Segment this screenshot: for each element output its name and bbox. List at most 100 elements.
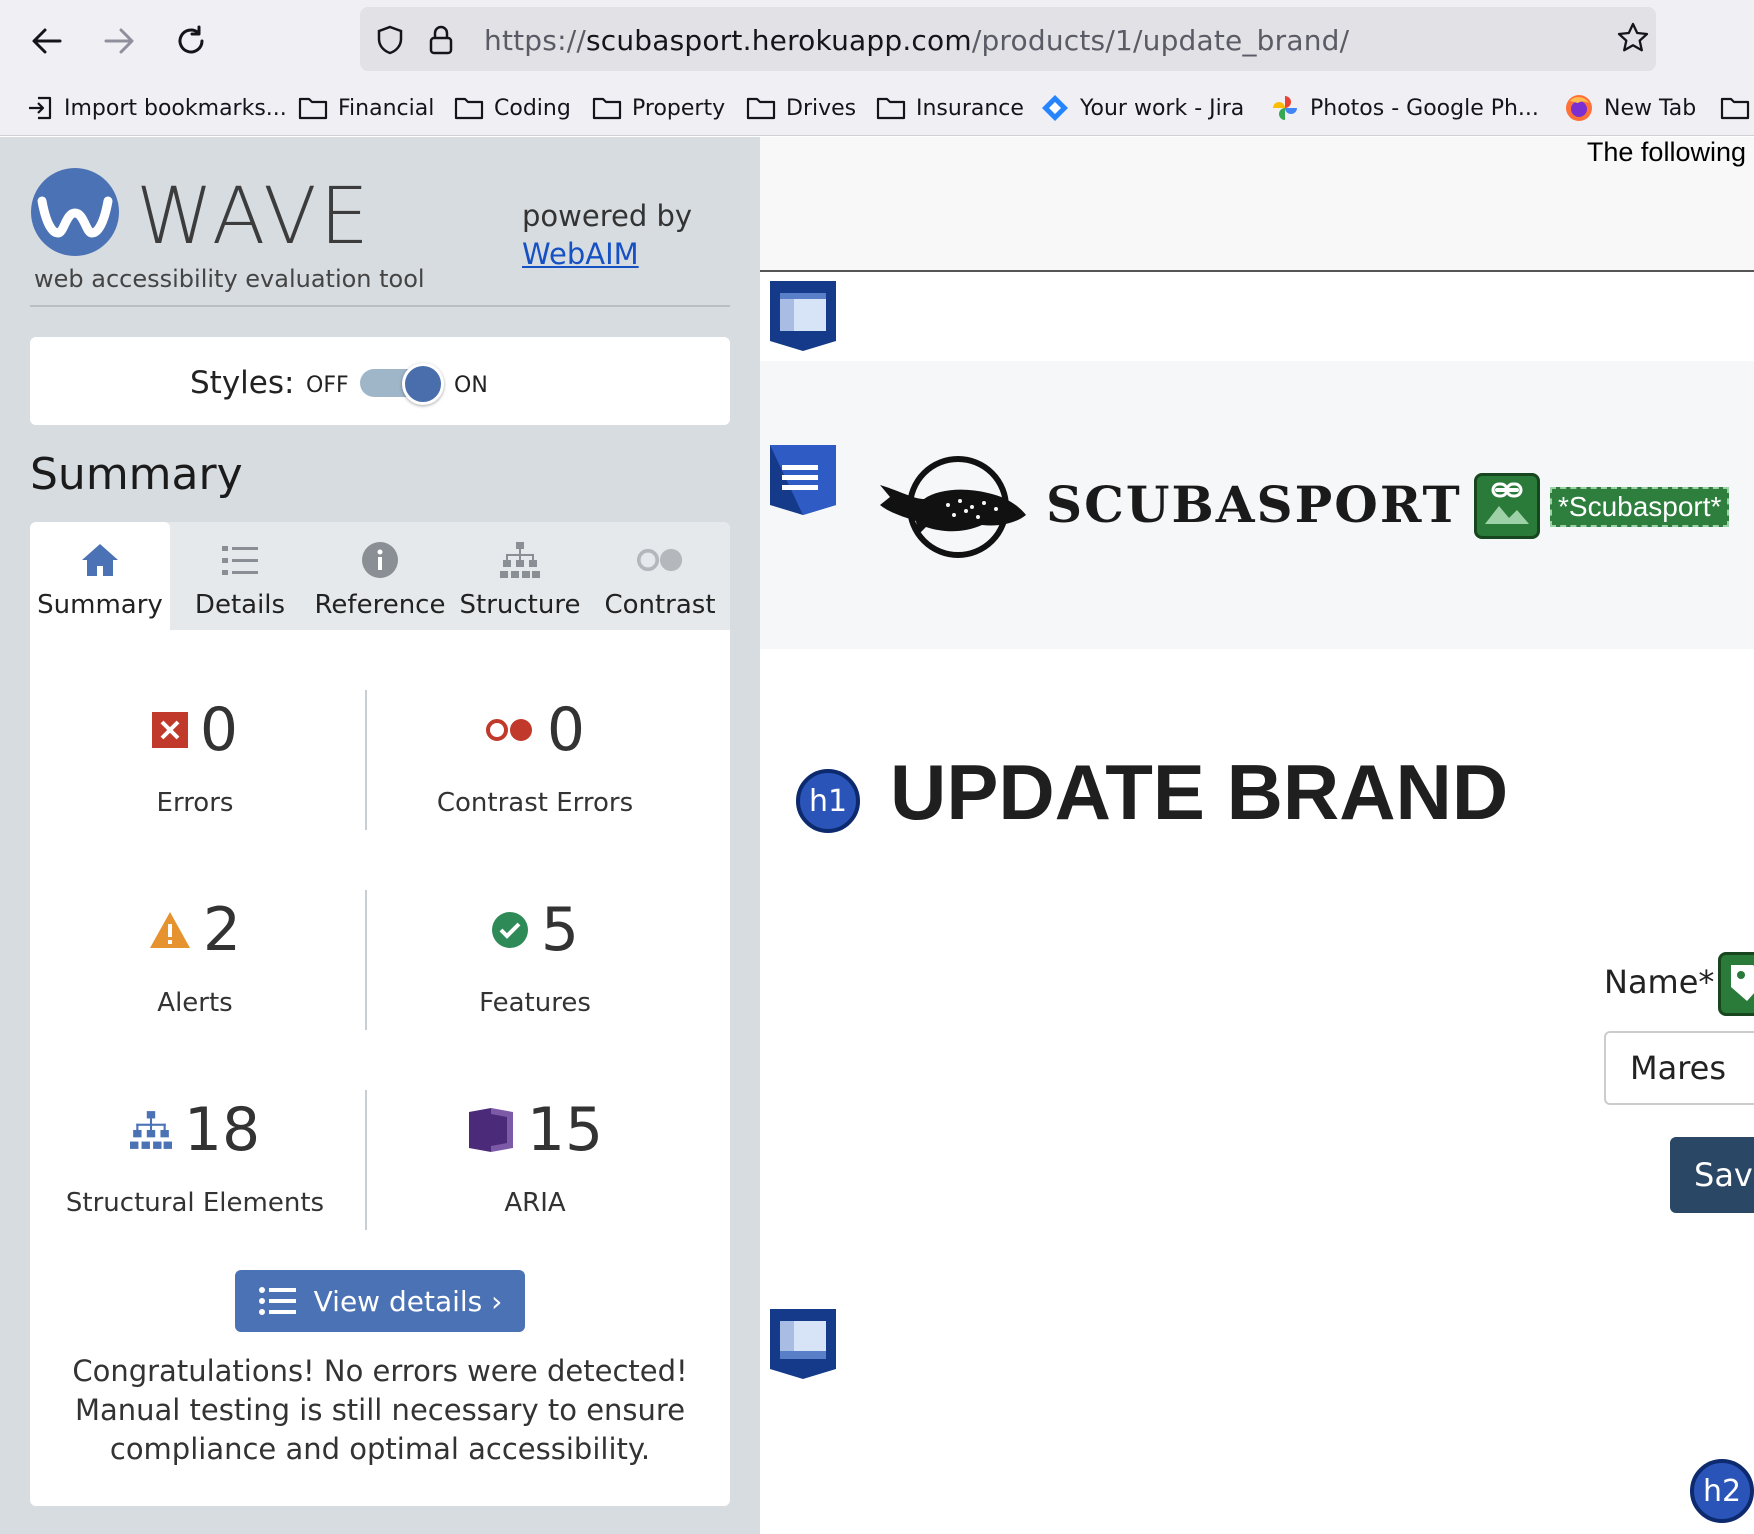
bookmark-google-photos[interactable]: Photos - Google Ph... — [1270, 93, 1539, 123]
features-count: 5 — [540, 895, 580, 965]
styles-label: Styles: — [190, 365, 295, 401]
structure-icon — [500, 542, 540, 578]
folder-icon — [298, 97, 328, 120]
wave-linked-image-icon[interactable] — [1474, 473, 1540, 539]
tab-label: Structure — [459, 590, 581, 620]
folder-icon — [876, 97, 906, 120]
summary-heading: Summary — [30, 449, 243, 500]
forward-button[interactable] — [98, 20, 140, 62]
bookmark-label: Property — [632, 95, 726, 121]
contrast-icon — [636, 548, 683, 572]
tab-label: Details — [194, 590, 286, 620]
alert-icon — [149, 912, 190, 948]
page-heading: UPDATE BRAND — [890, 748, 1509, 836]
stat-aria[interactable]: 15 ARIA — [375, 1090, 695, 1230]
stat-errors[interactable]: 0 Errors — [35, 690, 355, 830]
wave-aria-header-icon[interactable] — [766, 443, 840, 517]
list-icon — [222, 546, 258, 575]
brand-wordmark: SCUBASPORT — [1046, 475, 1462, 534]
stat-features[interactable]: 5 Features — [375, 890, 695, 1030]
styles-toggle-knob[interactable] — [402, 363, 444, 405]
folder-icon — [746, 97, 776, 120]
bookmarks-bar: Import bookmarks... Financial Coding Pro… — [0, 80, 1754, 136]
tab-summary[interactable]: Summary — [30, 522, 170, 630]
feature-check-icon — [491, 912, 528, 948]
bookmark-import[interactable]: Import bookmarks... — [26, 93, 287, 123]
bookmark-insurance[interactable]: Insurance — [876, 93, 1024, 123]
tab-label: Reference — [314, 590, 446, 620]
wave-label-icon[interactable] — [1718, 952, 1754, 1016]
name-input[interactable]: Mares — [1604, 1031, 1754, 1105]
contrast-errors-count: 0 — [546, 695, 586, 765]
powered-by: powered by WebAIM — [522, 197, 692, 273]
structural-label: Structural Elements — [65, 1188, 325, 1218]
header-divider — [30, 305, 730, 307]
wave-h2-icon[interactable]: h2 — [1690, 1459, 1754, 1523]
bookmark-property[interactable]: Property — [592, 93, 725, 123]
view-details-label: View details › — [313, 1284, 503, 1318]
structure-icon — [129, 1111, 172, 1149]
back-arrow-icon — [32, 28, 62, 54]
tab-details[interactable]: Details — [170, 522, 310, 630]
wave-title: WAVE — [136, 172, 372, 262]
wave-aria-footer-icon[interactable] — [766, 1307, 840, 1381]
bookmark-label: Photos - Google Ph... — [1310, 95, 1539, 121]
url-path: /products/1/update_brand/ — [971, 24, 1350, 57]
bookmark-jira[interactable]: Your work - Jira — [1040, 93, 1244, 123]
bookmark-star-icon[interactable] — [1616, 21, 1650, 55]
stat-alerts[interactable]: 2 Alerts — [35, 890, 355, 1030]
tab-reference[interactable]: Reference — [310, 522, 450, 630]
stat-contrast-errors[interactable]: 0 Contrast Errors — [375, 690, 695, 830]
aria-label: ARIA — [504, 1188, 566, 1218]
powered-by-text: powered by — [522, 199, 693, 233]
errors-label: Errors — [156, 788, 234, 818]
tab-label: Contrast — [604, 590, 716, 620]
save-button[interactable]: Save — [1670, 1137, 1754, 1213]
url-bar[interactable]: https://scubasport.herokuapp.com/product… — [360, 7, 1656, 71]
congrats-message: Congratulations! No errors were detected… — [72, 1354, 688, 1466]
wave-logo-icon — [31, 168, 119, 256]
stat-structural-elements[interactable]: 18 Structural Elements — [35, 1090, 355, 1230]
summary-card: 0 Errors 0 Contrast Errors 2 Alerts 5 Fe… — [30, 630, 730, 1506]
bookmark-label: Coding — [494, 95, 571, 121]
bookmark-folder-overflow[interactable] — [1720, 93, 1754, 123]
aria-icon — [468, 1108, 513, 1152]
bookmark-drives[interactable]: Drives — [746, 93, 856, 123]
view-details-button[interactable]: View details › — [235, 1270, 525, 1332]
jira-icon — [1042, 95, 1068, 121]
url-text[interactable]: https://scubasport.herokuapp.com/product… — [484, 24, 1349, 57]
tab-contrast[interactable]: Contrast — [590, 522, 730, 630]
wave-tabs: Summary Details Reference Structure Cont… — [30, 522, 730, 630]
folder-icon — [454, 97, 484, 120]
url-scheme: https:// — [484, 24, 586, 57]
styles-toggle-box: Styles: OFF ON — [30, 337, 730, 425]
structural-count: 18 — [183, 1095, 261, 1165]
lock-icon[interactable] — [426, 24, 456, 56]
wave-aria-region-icon[interactable] — [766, 279, 840, 353]
folder-icon — [592, 97, 622, 120]
bookmark-financial[interactable]: Financial — [298, 93, 434, 123]
tab-structure[interactable]: Structure — [450, 522, 590, 630]
top-notice-text: The following — [1586, 137, 1746, 167]
webaim-link[interactable]: WebAIM — [522, 237, 639, 271]
list-icon — [258, 1287, 296, 1315]
name-input-value: Mares — [1630, 1049, 1727, 1087]
tracking-shield-icon[interactable] — [374, 24, 406, 56]
firefox-icon — [1566, 95, 1592, 121]
errors-count: 0 — [199, 695, 239, 765]
stat-divider — [365, 890, 367, 1030]
stat-divider — [365, 1090, 367, 1230]
back-button[interactable] — [26, 20, 68, 62]
bookmark-coding[interactable]: Coding — [454, 93, 571, 123]
bookmark-label: Your work - Jira — [1080, 95, 1245, 121]
bookmark-new-tab[interactable]: New Tab — [1564, 93, 1696, 123]
url-host: scubasport.herokuapp.com — [585, 24, 972, 57]
bookmark-label: Import bookmarks... — [64, 95, 287, 121]
features-label: Features — [479, 988, 591, 1018]
contrast-error-icon — [485, 719, 532, 741]
reload-button[interactable] — [170, 20, 212, 62]
wave-h1-icon[interactable]: h1 — [796, 769, 860, 833]
import-icon — [29, 96, 52, 120]
save-button-label: Save — [1694, 1156, 1754, 1194]
contrast-errors-label: Contrast Errors — [436, 788, 634, 818]
